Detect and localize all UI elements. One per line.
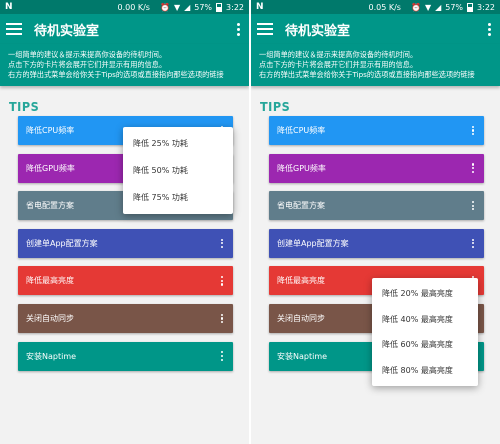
- card-label: 创建单App配置方案: [26, 238, 98, 248]
- card-menu-icon[interactable]: [470, 163, 476, 173]
- popup-menu-item[interactable]: 降低 75% 功耗: [123, 184, 233, 211]
- app-bar: 待机实验室: [251, 14, 500, 44]
- card-menu-icon[interactable]: [470, 200, 476, 211]
- desc-line: 右方的弹出式菜单会给你关于Tips的选项或直接指向那些选项的链接: [259, 70, 475, 79]
- wifi-icon: ▼: [173, 2, 181, 12]
- signal-icon: ◢: [435, 2, 442, 12]
- card-auto-sync[interactable]: 关闭自动同步: [18, 303, 233, 333]
- card-per-app-profile[interactable]: 创建单App配置方案: [269, 228, 484, 258]
- n-notification-icon: N: [5, 2, 13, 12]
- menu-icon[interactable]: [257, 23, 273, 35]
- overflow-menu-icon[interactable]: [484, 22, 494, 36]
- n-notification-icon: N: [256, 2, 264, 12]
- clock: 3:22: [226, 2, 244, 12]
- battery-icon: [467, 2, 474, 12]
- desc-line: 点击下方的卡片将会展开它们并显示有用的信息。: [8, 60, 167, 69]
- brightness-popup-menu: 降低 20% 最高亮度 降低 40% 最高亮度 降低 60% 最高亮度 降低 8…: [372, 278, 478, 386]
- card-per-app-profile[interactable]: 创建单App配置方案: [18, 228, 233, 258]
- popup-menu-item[interactable]: 降低 20% 最高亮度: [372, 281, 478, 307]
- app-description: 一组简单的建议＆提示来提高你设备的待机时间。 点击下方的卡片将会展开它们并显示有…: [0, 44, 249, 86]
- signal-icon: ◢: [184, 2, 191, 12]
- app-title: 待机实验室: [34, 23, 100, 39]
- battery-percent: 57%: [194, 2, 213, 12]
- right-screen: N 0.05 K/s ⏰ ▼ ◢ 57% 3:22 待机实验室 一组简单的建议＆…: [251, 0, 500, 444]
- popup-menu-item[interactable]: 降低 25% 功耗: [123, 130, 233, 157]
- alarm-icon: ⏰: [410, 2, 421, 12]
- battery-icon: [216, 2, 223, 12]
- card-brightness[interactable]: 降低最高亮度: [18, 266, 233, 296]
- card-label: 省电配置方案: [277, 201, 325, 211]
- app-title: 待机实验室: [285, 23, 351, 39]
- card-menu-icon[interactable]: [219, 351, 225, 361]
- section-title: TIPS: [9, 99, 40, 114]
- app-description: 一组简单的建议＆提示来提高你设备的待机时间。 点击下方的卡片将会展开它们并显示有…: [251, 44, 500, 86]
- cpu-popup-menu: 降低 25% 功耗 降低 50% 功耗 降低 75% 功耗: [123, 127, 233, 214]
- card-label: 安装Naptime: [26, 351, 77, 361]
- wifi-icon: ▼: [424, 2, 432, 12]
- card-label: 关闭自动同步: [26, 313, 74, 323]
- popup-menu-item[interactable]: 降低 80% 最高亮度: [372, 358, 478, 384]
- card-power-profile[interactable]: 省电配置方案: [269, 191, 484, 221]
- desc-line: 一组简单的建议＆提示来提高你设备的待机时间。: [259, 50, 418, 59]
- desc-line: 一组简单的建议＆提示来提高你设备的待机时间。: [8, 50, 167, 59]
- section-title: TIPS: [260, 99, 291, 114]
- card-label: 降低GPU频率: [277, 163, 326, 173]
- network-speed: 0.05 K/s: [368, 2, 401, 12]
- left-screen: N 0.00 K/s ⏰ ▼ ◢ 57% 3:22 待机实验室 一组简单的建议＆…: [0, 0, 249, 444]
- card-label: 创建单App配置方案: [277, 238, 349, 248]
- card-menu-icon[interactable]: [470, 238, 476, 249]
- card-menu-icon[interactable]: [219, 238, 225, 249]
- status-bar: N 0.00 K/s ⏰ ▼ ◢ 57% 3:22: [0, 0, 249, 14]
- popup-menu-item[interactable]: 降低 40% 最高亮度: [372, 307, 478, 333]
- card-cpu[interactable]: 降低CPU频率: [269, 116, 484, 145]
- popup-menu-item[interactable]: 降低 60% 最高亮度: [372, 332, 478, 358]
- popup-menu-item[interactable]: 降低 50% 功耗: [123, 157, 233, 184]
- card-menu-icon[interactable]: [470, 125, 476, 136]
- menu-icon[interactable]: [6, 23, 22, 35]
- overflow-menu-icon[interactable]: [233, 22, 243, 36]
- desc-line: 右方的弹出式菜单会给你关于Tips的选项或直接指向那些选项的链接: [8, 70, 224, 79]
- alarm-icon: ⏰: [159, 2, 170, 12]
- card-menu-icon[interactable]: [219, 313, 225, 324]
- clock: 3:22: [477, 2, 495, 12]
- network-speed: 0.00 K/s: [117, 2, 150, 12]
- screenshot-pair: N 0.00 K/s ⏰ ▼ ◢ 57% 3:22 待机实验室 一组简单的建议＆…: [0, 0, 500, 444]
- card-naptime[interactable]: 安装Naptime: [18, 341, 233, 371]
- card-label: 降低最高亮度: [26, 276, 74, 286]
- card-gpu[interactable]: 降低GPU频率: [269, 153, 484, 183]
- status-bar: N 0.05 K/s ⏰ ▼ ◢ 57% 3:22: [251, 0, 500, 14]
- card-label: 降低CPU频率: [277, 126, 326, 135]
- app-bar: 待机实验室: [0, 14, 249, 44]
- battery-percent: 57%: [445, 2, 464, 12]
- card-menu-icon[interactable]: [219, 276, 225, 286]
- desc-line: 点击下方的卡片将会展开它们并显示有用的信息。: [259, 60, 418, 69]
